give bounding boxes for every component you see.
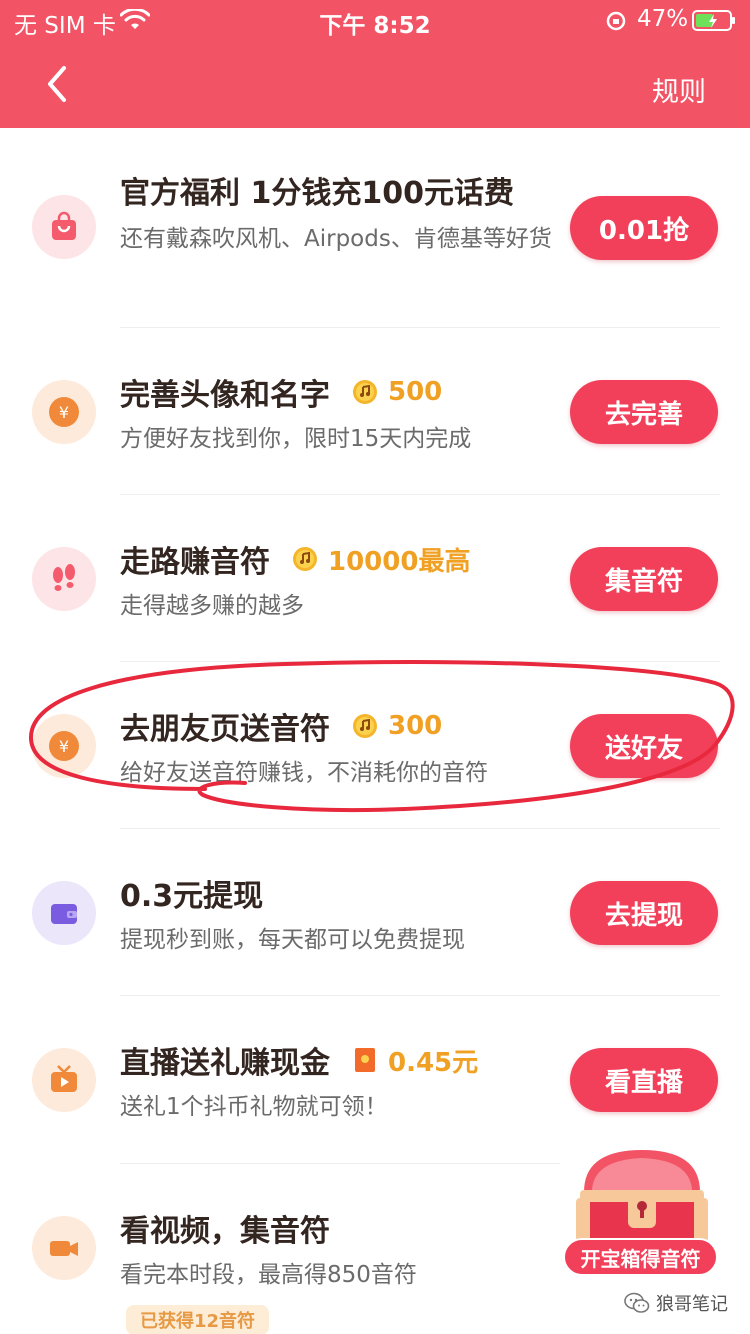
music-note-coin-icon xyxy=(353,380,377,404)
task-title: 完善头像和名字 xyxy=(120,378,330,413)
watermark-text: 狼哥笔记 xyxy=(656,1294,728,1315)
reward: 500 xyxy=(352,377,442,407)
task-title: 官方福利 1分钱充100元话费 xyxy=(120,176,514,211)
wechat-icon xyxy=(624,1292,650,1313)
reward: 10000最高 xyxy=(292,541,470,578)
video-camera-icon xyxy=(50,1241,78,1256)
battery-icon xyxy=(692,10,735,31)
watch-live-button[interactable]: 看直播 xyxy=(570,1048,718,1112)
task-title: 直播送礼赚现金 xyxy=(120,1046,330,1081)
back-arrow-icon[interactable] xyxy=(42,64,72,104)
divider xyxy=(120,828,720,829)
divider xyxy=(120,494,720,495)
task-icon-wrap xyxy=(32,881,96,945)
collect-notes-button[interactable]: 集音符 xyxy=(570,547,718,611)
reward-value: 10000最高 xyxy=(328,546,471,577)
svg-text:¥: ¥ xyxy=(59,403,69,422)
task-icon-wrap xyxy=(32,1216,96,1280)
task-description: 走得越多赚的越多 xyxy=(120,593,304,619)
task-description: 还有戴森吹风机、Airpods、肯德基等好货 xyxy=(120,226,552,252)
watermark: 狼哥笔记 xyxy=(624,1290,728,1316)
task-description: 送礼1个抖币礼物就可领！ xyxy=(120,1094,388,1120)
red-packet-icon xyxy=(355,1048,375,1072)
divider xyxy=(120,995,720,996)
reward-value: 0.45元 xyxy=(388,1047,479,1078)
yen-coin-icon: ¥ xyxy=(49,397,79,427)
withdraw-button[interactable]: 去提现 xyxy=(570,881,718,945)
divider xyxy=(120,1163,560,1164)
complete-profile-button[interactable]: 去完善 xyxy=(570,380,718,444)
task-title: 看视频，集音符 xyxy=(120,1214,330,1249)
task-title: 0.3元提现 xyxy=(120,879,264,914)
tv-icon xyxy=(51,1065,77,1092)
earned-badge: 已获得12音符 xyxy=(126,1305,270,1334)
shopping-bag-icon xyxy=(52,211,76,240)
open-chest-button[interactable]: 开宝箱得音符 xyxy=(563,1238,718,1276)
task-description: 方便好友找到你，限时15天内完成 xyxy=(120,426,472,452)
task-icon-wrap xyxy=(32,547,96,611)
highlight-circle-annotation xyxy=(28,660,735,813)
task-icon-wrap xyxy=(32,195,96,259)
status-bar: 无 SIM 卡 下午 8:52 47% xyxy=(0,0,750,40)
battery-percent: 47% xyxy=(637,6,689,32)
reward: 0.45元 xyxy=(352,1042,478,1079)
task-title: 走路赚音符 xyxy=(120,545,270,580)
task-icon-wrap xyxy=(32,1048,96,1112)
task-description: 看完本时段，最高得850音符 xyxy=(120,1262,417,1288)
footprints-icon xyxy=(53,564,75,591)
divider xyxy=(120,327,720,328)
wallet-icon xyxy=(51,904,77,924)
task-description: 提现秒到账，每天都可以免费提现 xyxy=(120,927,465,953)
music-note-coin-icon xyxy=(293,547,317,571)
task-icon-wrap: ¥ xyxy=(32,380,96,444)
reward-value: 500 xyxy=(388,377,443,407)
nav-bar: 规则 xyxy=(0,40,750,128)
rotation-lock-icon xyxy=(606,11,626,31)
rules-link[interactable]: 规则 xyxy=(652,70,706,109)
grab-button[interactable]: 0.01抢 xyxy=(570,196,718,260)
